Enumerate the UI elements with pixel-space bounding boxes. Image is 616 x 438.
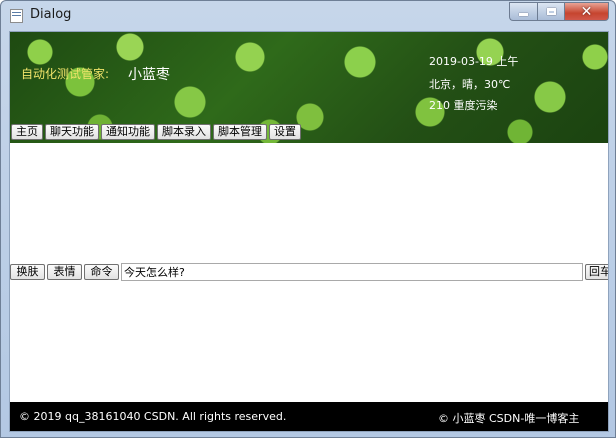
nav-script-manage-button[interactable]: 脚本管理 (213, 124, 267, 140)
date-text: 2019-03-19 上午 (429, 55, 519, 68)
pollution-text: 210 重度污染 (429, 99, 498, 112)
nav-notify-button[interactable]: 通知功能 (101, 124, 155, 140)
dialog-window: Dialog ✕ 自动化测试管家: 小蓝枣 2019-03-19 上午 北京，晴… (0, 0, 616, 438)
brand-label: 自动化测试管家: (21, 67, 110, 81)
skin-button[interactable]: 换肤 (10, 264, 45, 280)
header-banner: 自动化测试管家: 小蓝枣 2019-03-19 上午 北京，晴，30℃ 210 … (10, 32, 608, 143)
send-button[interactable]: 回车 (585, 264, 608, 280)
close-icon: ✕ (580, 3, 593, 20)
maximize-button[interactable] (537, 2, 564, 21)
chat-display-area[interactable] (10, 143, 608, 261)
footer-copyright: © 2019 qq_38161040 CSDN. All rights rese… (19, 410, 287, 423)
title-bar[interactable]: Dialog ✕ (1, 1, 615, 31)
nav-settings-button[interactable]: 设置 (269, 124, 301, 140)
emoji-button[interactable]: 表情 (47, 264, 82, 280)
client-area: 自动化测试管家: 小蓝枣 2019-03-19 上午 北京，晴，30℃ 210 … (9, 31, 609, 432)
window-app-icon (10, 9, 23, 23)
footer-bar: © 2019 qq_38161040 CSDN. All rights rese… (10, 402, 608, 431)
weather-text: 北京，晴，30℃ (429, 78, 511, 91)
nav-chat-button[interactable]: 聊天功能 (45, 124, 99, 140)
command-button[interactable]: 命令 (84, 264, 119, 280)
close-button[interactable]: ✕ (564, 2, 609, 21)
nav-script-entry-button[interactable]: 脚本录入 (157, 124, 211, 140)
window-title: Dialog (30, 7, 72, 22)
caption-buttons: ✕ (509, 2, 609, 22)
history-area[interactable] (10, 283, 608, 402)
message-input[interactable] (121, 263, 583, 281)
minimize-button[interactable] (509, 2, 537, 21)
footer-author: © 小蓝枣 CSDN-唯一博客主 (438, 412, 580, 425)
input-row: 换肤 表情 命令 回车 (10, 262, 608, 282)
nav-bar: 主页 聊天功能 通知功能 脚本录入 脚本管理 设置 (11, 124, 301, 140)
nav-home-button[interactable]: 主页 (11, 124, 43, 140)
minimize-icon (519, 13, 528, 16)
brand-name: 小蓝枣 (128, 67, 170, 83)
maximize-icon (546, 8, 556, 15)
